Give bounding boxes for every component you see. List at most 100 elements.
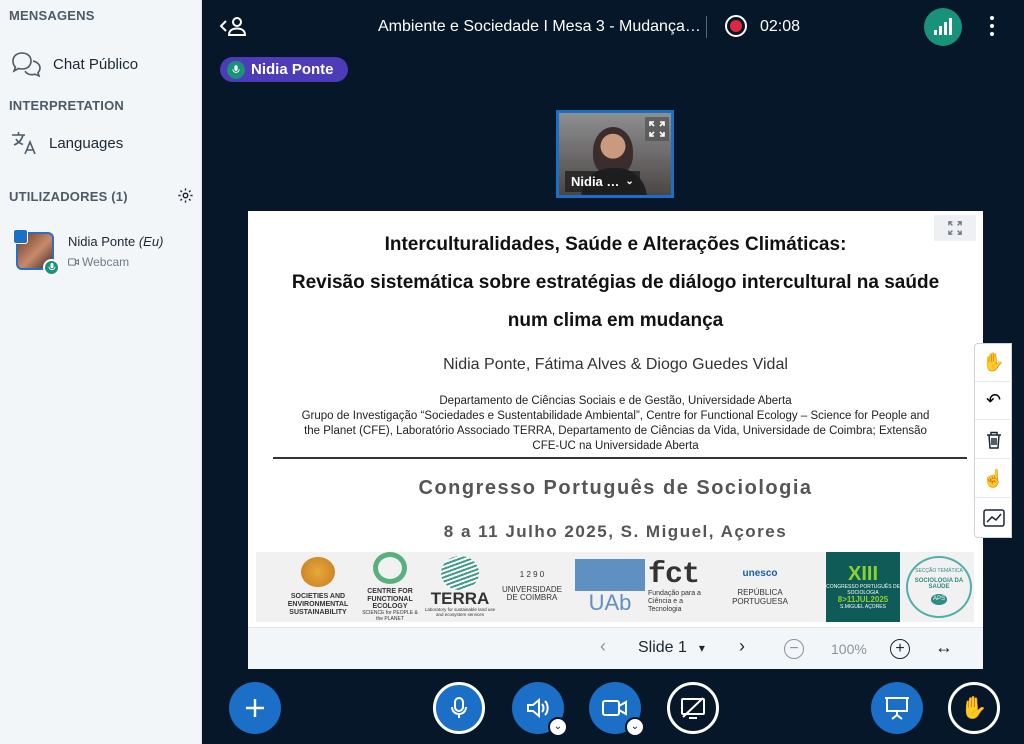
trash-icon <box>986 431 1001 449</box>
title-divider <box>706 16 707 38</box>
presentation-toggle-button[interactable] <box>871 682 923 734</box>
slide-affiliation-4: CFE-UC na Universidade Aberta <box>532 440 699 452</box>
slide-title-line1: Interculturalidades, Saúde e Alterações … <box>384 234 847 255</box>
slide-title-line2: Revisão sistemática sobre estratégias de… <box>291 272 940 293</box>
annotation-undo-button[interactable]: ↶ <box>975 382 1012 420</box>
users-back-icon <box>219 17 247 36</box>
ses-logo: SOCIETIES AND ENVIRONMENTAL SUSTAINABILI… <box>278 552 358 622</box>
slide-authors: Nidia Ponte, Fátima Alves & Diogo Guedes… <box>443 356 788 373</box>
video-name: Nidia … <box>571 174 620 189</box>
chevron-down-icon: ⌄ <box>630 721 640 732</box>
hand-icon: ✋ <box>960 695 988 720</box>
mic-status-icon <box>43 259 60 276</box>
main-area: Ambiente e Sociedade I Mesa 3 - Mudança…… <box>203 0 1024 744</box>
fit-width-icon: ↔ <box>935 637 953 657</box>
unesco-republica-logo: unesco REPÚBLICA PORTUGUESA <box>732 567 788 606</box>
seccao-logo: SECÇÃO TEMÁTICA SOCIOLOGIA DA SAÚDE APS <box>904 552 974 622</box>
user-list-item[interactable] <box>13 229 60 276</box>
actions-button[interactable] <box>229 682 281 734</box>
webcam-icon <box>68 258 79 266</box>
user-name: Nidia Ponte <box>68 234 136 249</box>
zoom-in-button[interactable]: + <box>890 639 910 659</box>
chart-icon <box>982 509 1005 527</box>
connection-status-button[interactable] <box>924 8 962 46</box>
sidebar: MENSAGENS Chat Público INTERPRETATION La… <box>0 0 202 744</box>
presenter-icon <box>13 229 28 244</box>
next-slide-button[interactable]: › <box>739 636 745 657</box>
users-section-title: UTILIZADORES (1) <box>9 189 128 204</box>
annotation-hand-tool[interactable]: ✋ <box>975 344 1012 382</box>
video-options-button[interactable]: ⌄ <box>625 717 645 737</box>
slide-controls: ‹ Slide 1 ▾ › − 100% + ↔ <box>248 627 983 669</box>
chevron-down-icon: ⌄ <box>553 721 563 732</box>
options-menu-button[interactable] <box>986 16 998 38</box>
pointer-hand-icon: ☝ <box>982 468 1005 488</box>
slide-title-line3: num clima em mudança <box>507 310 724 331</box>
slide-dates: 8 a 11 Julho 2025, S. Miguel, Açores <box>443 522 788 541</box>
undo-icon: ↶ <box>985 390 1002 410</box>
slide-select-label: Slide 1 <box>638 639 687 656</box>
top-bar: Ambiente e Sociedade I Mesa 3 - Mudança…… <box>203 0 1024 54</box>
translate-icon <box>12 132 36 155</box>
plus-icon <box>246 699 264 717</box>
user-media-row: Webcam <box>68 255 129 269</box>
mic-icon <box>227 60 245 79</box>
user-self-tag: (Eu) <box>138 234 164 249</box>
user-name-row: Nidia Ponte (Eu) <box>68 234 163 249</box>
speaker-icon <box>527 697 549 719</box>
raise-hand-button[interactable]: ✋ <box>948 682 1000 734</box>
zoom-level: 100% <box>831 641 867 657</box>
uab-logo: UAb <box>574 552 646 622</box>
public-chat-item[interactable]: Chat Público <box>9 47 195 81</box>
slide-affiliation-3: the Planet (CFE), Laboratório Associado … <box>304 425 927 437</box>
public-chat-label: Chat Público <box>53 55 139 73</box>
talking-name: Nidia Ponte <box>251 61 334 78</box>
recording-dot-icon <box>730 20 742 32</box>
recording-timer: 02:08 <box>760 18 801 35</box>
messages-section-title: MENSAGENS <box>9 8 95 23</box>
expand-icon <box>948 221 962 235</box>
more-vertical-icon <box>990 16 994 36</box>
screen-share-off-icon <box>681 697 705 719</box>
slide-divider <box>273 457 967 459</box>
partner-logos: SOCIETIES AND ENVIRONMENTAL SUSTAINABILI… <box>256 552 974 622</box>
hand-icon: ✋ <box>982 352 1005 372</box>
congress-logo: XIII CONGRESSO PORTUGUÊS DE SOCIOLOGIA 8… <box>826 552 900 622</box>
annotation-toolbar: ✋ ↶ ☝ <box>974 343 1012 538</box>
minus-icon: − <box>789 640 799 657</box>
user-media-label: Webcam <box>82 255 130 269</box>
languages-item[interactable]: Languages <box>9 126 195 160</box>
settings-gear-icon[interactable] <box>177 187 194 204</box>
video-name-tag[interactable]: Nidia … ⌄ <box>565 171 640 192</box>
annotation-clear-button[interactable] <box>975 421 1012 459</box>
webcam-video-tile[interactable]: Nidia … ⌄ <box>556 110 674 198</box>
expand-icon <box>649 121 665 137</box>
chevron-right-icon: › <box>739 636 745 656</box>
previous-slide-button[interactable]: ‹ <box>600 636 606 657</box>
zoom-out-button[interactable]: − <box>784 639 804 659</box>
cfe-logo: CENTRE FOR FUNCTIONAL ECOLOGY SCIENCE for… <box>360 552 420 622</box>
recording-button[interactable] <box>725 15 747 37</box>
signal-bars-icon <box>934 18 952 35</box>
slide-affiliation-1: Departamento de Ciências Sociais e de Ge… <box>439 395 792 407</box>
interpretation-section-title: INTERPRETATION <box>9 98 124 113</box>
chevron-left-icon: ‹ <box>600 636 606 656</box>
plus-icon: + <box>895 640 905 657</box>
slide-select[interactable]: Slide 1 ▾ <box>638 639 705 657</box>
fullscreen-video-button[interactable] <box>645 117 669 141</box>
toggle-userlist-button[interactable] <box>219 14 247 43</box>
chevron-down-icon: ▾ <box>698 641 705 655</box>
screenshare-button[interactable] <box>667 682 719 734</box>
whiteboard-chart-button[interactable] <box>975 499 1012 537</box>
meeting-title: Ambiente e Sociedade I Mesa 3 - Mudança… <box>378 18 701 35</box>
audio-options-button[interactable]: ⌄ <box>548 717 568 737</box>
presentation-slide: Interculturalidades, Saúde e Alterações … <box>248 211 983 669</box>
chat-icon <box>12 52 41 78</box>
fit-width-button[interactable]: ↔ <box>935 637 953 658</box>
chevron-down-icon: ⌄ <box>625 176 634 187</box>
fct-logo: fct Fundação para a Ciência e a Tecnolog… <box>648 558 701 613</box>
talking-indicator: Nidia Ponte <box>220 57 348 82</box>
mute-button[interactable] <box>433 682 485 734</box>
coimbra-logo: 1 2 9 0 UNIVERSIDADE DE COIMBRA <box>501 569 562 603</box>
multi-user-pen-button[interactable]: ☝ <box>975 460 1012 498</box>
